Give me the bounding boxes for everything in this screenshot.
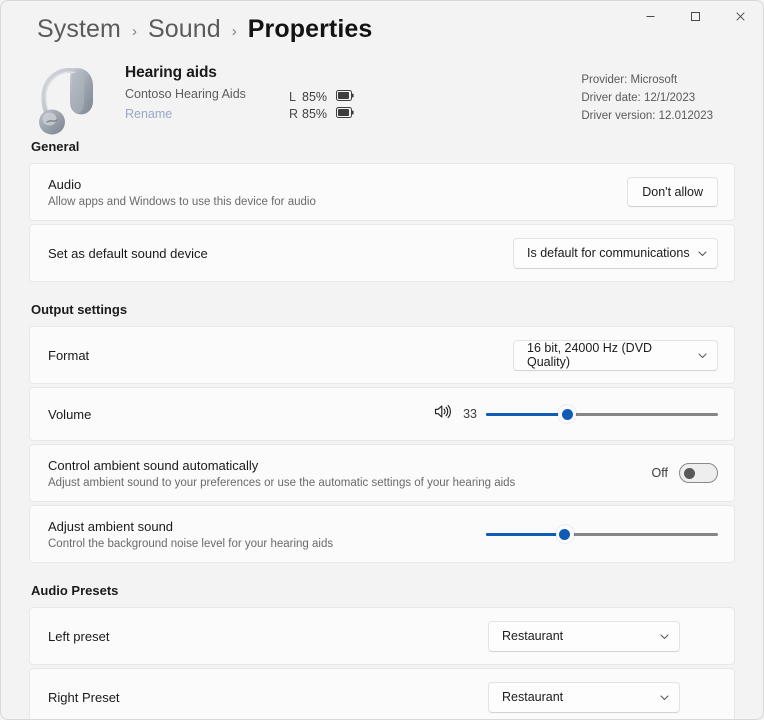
ambient-slider-thumb[interactable] [555, 525, 574, 543]
settings-content: General Audio Allow apps and Windows to … [1, 139, 763, 719]
close-icon [735, 11, 746, 22]
driver-date: Driver date: 12/1/2023 [581, 92, 696, 104]
default-device-label: Set as default sound device [48, 245, 208, 261]
chevron-down-icon [653, 631, 670, 642]
ambient-auto-description: Adjust ambient sound to your preferences… [48, 476, 516, 489]
driver-version: Driver version: 12.012023 [581, 110, 713, 122]
battery-percent: 85% [302, 89, 328, 104]
ambient-adjust-slider[interactable] [486, 525, 718, 543]
toggle-knob [684, 467, 695, 479]
format-value: 16 bit, 24000 Hz (DVD Quality) [527, 341, 653, 369]
left-preset-row: Left preset Restaurant [29, 607, 735, 665]
format-label: Format [48, 347, 90, 363]
volume-slider-fill [486, 412, 568, 416]
right-preset-label: Right Preset [48, 689, 120, 705]
device-subtitle: Contoso Hearing Aids [125, 87, 246, 101]
speaker-volume-icon[interactable] [434, 404, 451, 424]
ambient-slider-fill [486, 532, 565, 536]
section-general: Audio Allow apps and Windows to use this… [29, 163, 735, 282]
battery-side-label: R [289, 106, 299, 121]
right-preset-dropdown[interactable]: Restaurant [488, 681, 680, 713]
battery-side-label: L [289, 89, 296, 104]
default-device-row: Set as default sound device Is default f… [29, 224, 735, 282]
battery-row-right: R 85% [289, 105, 354, 122]
default-device-dropdown[interactable]: Is default for communications [513, 237, 718, 269]
left-preset-label: Left preset [48, 628, 110, 644]
right-preset-value: Restaurant [502, 690, 564, 704]
ambient-auto-label: Control ambient sound automatically [48, 457, 259, 473]
audio-setting-row: Audio Allow apps and Windows to use this… [29, 163, 735, 221]
default-device-value: Is default for communications [527, 246, 690, 260]
ambient-auto-text: Control ambient sound automatically Adju… [48, 458, 515, 489]
right-preset-row: Right Preset Restaurant [29, 668, 735, 719]
title-bar [1, 1, 763, 33]
battery-row-left: L 85% [289, 88, 354, 105]
ambient-adjust-text: Adjust ambient sound Control the backgro… [48, 519, 333, 550]
hearing-aid-icon [29, 59, 109, 137]
volume-value: 33 [463, 407, 477, 421]
format-row: Format 16 bit, 24000 Hz (DVD Quality) [29, 326, 735, 384]
left-preset-dropdown[interactable]: Restaurant [488, 620, 680, 652]
settings-window: System › Sound › Properties Hearing aids… [0, 0, 764, 720]
device-header: Hearing aids Contoso Hearing Aids Rename… [29, 59, 735, 139]
maximize-button[interactable] [673, 1, 718, 31]
chevron-down-icon [691, 248, 708, 259]
dont-allow-button[interactable]: Don't allow [627, 177, 718, 207]
left-preset-value: Restaurant [502, 629, 564, 643]
section-title-output-settings: Output settings [31, 302, 128, 317]
ambient-adjust-label: Adjust ambient sound [48, 518, 174, 534]
minimize-button[interactable] [628, 1, 673, 31]
battery-percent: 85% [302, 106, 328, 121]
ambient-auto-row: Control ambient sound automatically Adju… [29, 444, 735, 502]
audio-setting-description: Allow apps and Windows to use this devic… [48, 195, 316, 208]
battery-status: L 85% R 85% [289, 88, 354, 122]
volume-slider[interactable] [486, 405, 718, 423]
audio-setting-label: Audio [48, 176, 82, 192]
volume-row: Volume 33 [29, 387, 735, 441]
volume-control: 33 [434, 404, 718, 424]
section-title-general: General [31, 139, 80, 154]
section-title-audio-presets: Audio Presets [31, 583, 119, 598]
device-info: Hearing aids Contoso Hearing Aids Rename [125, 64, 246, 121]
device-title: Hearing aids [125, 64, 217, 81]
volume-slider-thumb[interactable] [558, 405, 577, 423]
section-output-settings: Format 16 bit, 24000 Hz (DVD Quality) Vo… [29, 326, 735, 563]
ambient-adjust-description: Control the background noise level for y… [48, 537, 334, 550]
maximize-icon [690, 11, 701, 22]
battery-icon [336, 89, 354, 104]
ambient-adjust-row: Adjust ambient sound Control the backgro… [29, 505, 735, 563]
driver-provider: Provider: Microsoft [581, 74, 678, 86]
ambient-auto-state-label: Off [651, 466, 668, 480]
format-dropdown[interactable]: 16 bit, 24000 Hz (DVD Quality) [513, 339, 718, 371]
driver-info: Provider: Microsoft Driver date: 12/1/20… [581, 71, 713, 125]
ambient-auto-control: Off [652, 463, 718, 483]
battery-icon [336, 106, 354, 121]
close-button[interactable] [718, 1, 763, 31]
ambient-auto-toggle[interactable] [679, 463, 718, 483]
chevron-down-icon [691, 350, 708, 361]
minimize-icon [645, 11, 656, 22]
rename-link[interactable]: Rename [125, 107, 246, 121]
section-audio-presets: Left preset Restaurant Right Preset Rest… [29, 607, 735, 719]
audio-setting-text: Audio Allow apps and Windows to use this… [48, 177, 316, 208]
chevron-down-icon [653, 692, 670, 703]
volume-label: Volume [48, 406, 92, 422]
